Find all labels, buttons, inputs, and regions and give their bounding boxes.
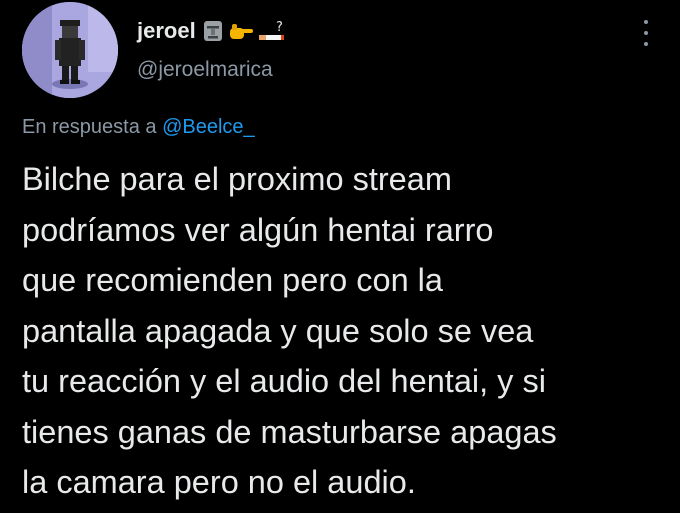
tweet-line: tu reacción y el audio del hentai, y si	[22, 363, 546, 399]
tweet-line: podríamos ver algún hentai rarro	[22, 211, 494, 248]
tweet-line: tienes ganas de masturbarse apagas	[22, 413, 557, 450]
tweet-line: pantalla apagada y que solo se vea	[22, 312, 534, 349]
reply-mention-link[interactable]: @Beelce_	[162, 116, 255, 138]
question-icon: ?	[276, 20, 283, 35]
reply-prefix: En respuesta a	[22, 116, 163, 138]
reply-context: En respuesta a @Beelce_	[22, 116, 255, 139]
handle[interactable]: @jeroelmarica	[137, 58, 273, 82]
name-emojis: ?	[202, 19, 286, 43]
tweet-line: que recomienden pero con la	[22, 262, 443, 298]
tweet-text: Bilche para el proximo stream podríamos …	[22, 154, 672, 508]
avatar-figure-icon	[22, 2, 118, 98]
avatar[interactable]	[22, 2, 118, 98]
display-name[interactable]: jeroel	[137, 18, 196, 44]
more-options-icon[interactable]	[640, 20, 652, 46]
pointing-hand-icon	[229, 24, 253, 39]
tweet-line: Bilche para el proximo stream	[22, 161, 452, 197]
moai-icon	[203, 21, 222, 41]
tweet-line: la camara pero no el audio.	[22, 464, 416, 500]
cigarette-icon: ?	[258, 20, 284, 40]
